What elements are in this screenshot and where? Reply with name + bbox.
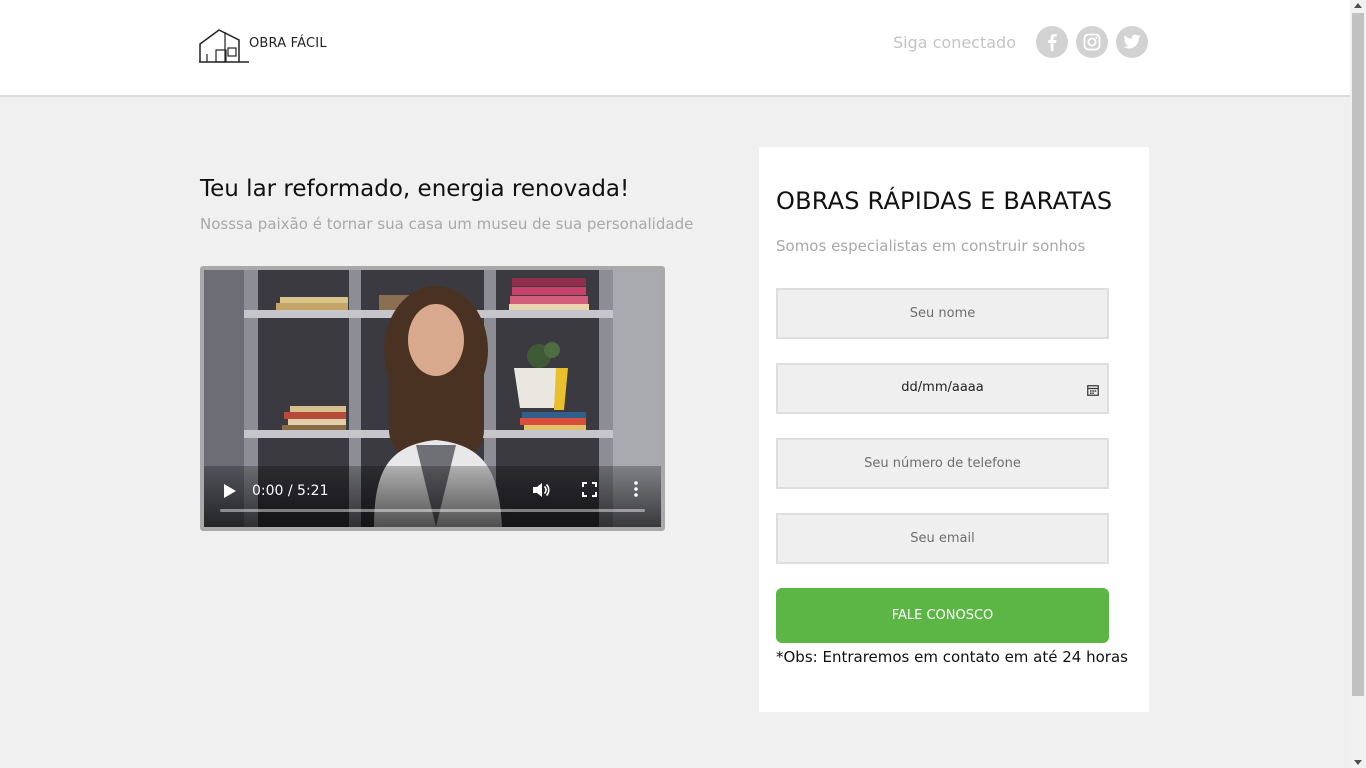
card-title: OBRAS RÁPIDAS E BARATAS — [776, 187, 1113, 215]
site-header: OBRA FÁCIL Siga conectado — [0, 0, 1350, 97]
scroll-thumb[interactable] — [1352, 13, 1364, 696]
volume-icon[interactable] — [532, 481, 550, 503]
brand-logo[interactable]: OBRA FÁCIL — [199, 26, 329, 66]
fullscreen-icon[interactable] — [582, 482, 597, 501]
card-subtitle: Somos especialistas em construir sonhos — [776, 237, 1086, 255]
page-scrollbar[interactable] — [1350, 0, 1366, 768]
calendar-icon[interactable] — [1087, 381, 1099, 400]
house-logo-icon — [199, 29, 249, 63]
phone-field[interactable] — [776, 438, 1109, 489]
contact-note: *Obs: Entraremos em contato em até 24 ho… — [776, 648, 1128, 666]
facebook-icon[interactable] — [1036, 26, 1068, 58]
video-progress-bar[interactable] — [220, 509, 645, 512]
date-field-value: dd/mm/aaaa — [901, 380, 984, 395]
brand-name: OBRA FÁCIL — [249, 36, 327, 51]
social-label: Siga conectado — [892, 32, 1016, 52]
instagram-icon[interactable] — [1076, 26, 1108, 58]
email-field[interactable] — [776, 513, 1109, 564]
video-time: 0:00 / 5:21 — [252, 483, 329, 499]
video-player[interactable]: 0:00 / 5:21 — [200, 266, 665, 531]
contact-submit-button[interactable]: FALE CONOSCO — [776, 588, 1109, 643]
more-options-icon[interactable] — [634, 481, 638, 501]
hero-subheadline: Nosssa paixão é tornar sua casa um museu… — [200, 215, 694, 233]
video-controls: 0:00 / 5:21 — [204, 467, 661, 527]
contact-card: OBRAS RÁPIDAS E BARATAS Somos especialis… — [759, 147, 1149, 712]
date-field[interactable]: dd/mm/aaaa — [776, 363, 1109, 414]
hero-headline: Teu lar reformado, energia renovada! — [200, 176, 630, 202]
scroll-down-icon[interactable] — [1354, 760, 1362, 765]
play-icon[interactable] — [224, 483, 236, 502]
social-links: Siga conectado — [893, 26, 1148, 58]
twitter-icon[interactable] — [1116, 26, 1148, 58]
scroll-up-icon[interactable] — [1354, 3, 1362, 8]
name-field[interactable] — [776, 288, 1109, 339]
